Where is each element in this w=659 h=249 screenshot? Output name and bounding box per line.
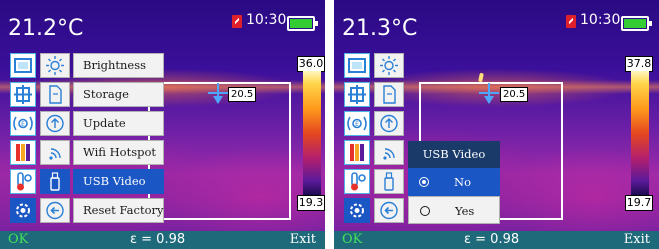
settings-menu: Brightness Storage Update Wifi Hotspot U… bbox=[40, 51, 164, 225]
ok-softkey[interactable]: OK bbox=[342, 232, 362, 247]
menu-label-usb-video: USB Video bbox=[73, 169, 164, 194]
color-scale-bar bbox=[303, 71, 321, 196]
sun-icon bbox=[40, 53, 70, 78]
menu-label-brightness: Brightness bbox=[73, 53, 164, 78]
up-arrow-circle-icon bbox=[40, 111, 70, 136]
reset-icon bbox=[40, 198, 70, 223]
color-scale-bar bbox=[631, 71, 649, 196]
spot-crosshair-icon[interactable] bbox=[208, 83, 228, 104]
submenu-title: USB Video bbox=[408, 141, 500, 168]
menu-item-brightness[interactable]: Brightness bbox=[40, 51, 164, 80]
thermometer-settings-icon[interactable] bbox=[344, 169, 370, 194]
spot-temperature-label: 20.5 bbox=[228, 87, 257, 102]
emissivity-value: ε = 0.98 bbox=[464, 232, 520, 247]
wifi-icon bbox=[40, 140, 70, 165]
option-no[interactable]: No bbox=[408, 168, 500, 196]
storage-warning-icon bbox=[566, 15, 576, 28]
spot-temperature-label: 20.5 bbox=[500, 87, 529, 102]
tool-column: E bbox=[10, 53, 36, 227]
battery-icon bbox=[287, 16, 318, 31]
menu-item-update[interactable] bbox=[374, 109, 498, 138]
reset-icon bbox=[374, 198, 404, 223]
menu-label-reset-factory: Reset Factory bbox=[73, 198, 164, 223]
menu-item-storage[interactable] bbox=[374, 80, 498, 109]
document-icon bbox=[374, 82, 404, 107]
frame-icon[interactable] bbox=[344, 53, 370, 78]
usb-video-submenu: USB Video No Yes bbox=[408, 141, 500, 224]
menu-item-reset-factory[interactable]: Reset Factory bbox=[40, 196, 164, 225]
bottom-bar: OK ε = 0.98 Exit bbox=[0, 231, 325, 249]
usb-drive-icon bbox=[40, 169, 70, 194]
frame-icon[interactable] bbox=[10, 53, 36, 78]
center-point-icon[interactable] bbox=[344, 82, 370, 107]
menu-label-wifi-hotspot: Wifi Hotspot bbox=[73, 140, 164, 165]
clock: 10:30 bbox=[580, 12, 621, 28]
menu-item-brightness[interactable] bbox=[374, 51, 498, 80]
device-screen-menu: 21.2°C 10:30 36.0 19.3 20.5 E Brightness… bbox=[0, 0, 325, 249]
menu-item-wifi-hotspot[interactable]: Wifi Hotspot bbox=[40, 138, 164, 167]
emissivity-icon[interactable]: E bbox=[10, 111, 36, 136]
up-arrow-circle-icon bbox=[374, 111, 404, 136]
center-point-icon[interactable] bbox=[10, 82, 36, 107]
scale-max-label: 36.0 bbox=[297, 56, 325, 72]
exit-softkey[interactable]: Exit bbox=[290, 232, 316, 247]
menu-item-storage[interactable]: Storage bbox=[40, 80, 164, 109]
emissivity-icon[interactable]: E bbox=[344, 111, 370, 136]
center-temperature: 21.2°C bbox=[8, 16, 84, 41]
clock: 10:30 bbox=[246, 12, 287, 28]
settings-gear-icon[interactable] bbox=[344, 198, 370, 223]
settings-gear-icon[interactable] bbox=[10, 198, 36, 223]
bottom-bar: OK ε = 0.98 Exit bbox=[334, 231, 659, 249]
thermometer-settings-icon[interactable] bbox=[10, 169, 36, 194]
tool-column: E bbox=[344, 53, 370, 227]
sun-icon bbox=[374, 53, 404, 78]
option-yes[interactable]: Yes bbox=[408, 196, 500, 224]
option-no-label: No bbox=[454, 175, 471, 189]
radio-empty-icon bbox=[420, 206, 430, 216]
svg-text:E: E bbox=[355, 121, 359, 128]
menu-item-update[interactable]: Update bbox=[40, 109, 164, 138]
storage-warning-icon bbox=[232, 15, 242, 28]
palette-icon[interactable] bbox=[344, 140, 370, 165]
menu-label-storage: Storage bbox=[73, 82, 164, 107]
usb-drive-icon bbox=[374, 169, 404, 194]
emissivity-value: ε = 0.98 bbox=[130, 232, 186, 247]
scale-min-label: 19.7 bbox=[625, 195, 653, 211]
svg-text:E: E bbox=[21, 121, 25, 128]
scale-min-label: 19.3 bbox=[297, 195, 325, 211]
exit-softkey[interactable]: Exit bbox=[624, 232, 650, 247]
center-temperature: 21.3°C bbox=[342, 16, 418, 41]
scale-max-label: 37.8 bbox=[625, 56, 653, 72]
wifi-icon bbox=[374, 140, 404, 165]
menu-label-update: Update bbox=[73, 111, 164, 136]
option-yes-label: Yes bbox=[455, 204, 475, 218]
ok-softkey[interactable]: OK bbox=[8, 232, 28, 247]
radio-selected-icon bbox=[419, 177, 429, 187]
menu-item-usb-video[interactable]: USB Video bbox=[40, 167, 164, 196]
device-screen-usb-video: 21.3°C 10:30 37.8 19.7 20.5 E USB Video … bbox=[334, 0, 659, 249]
battery-icon bbox=[621, 16, 652, 31]
palette-icon[interactable] bbox=[10, 140, 36, 165]
document-icon bbox=[40, 82, 70, 107]
